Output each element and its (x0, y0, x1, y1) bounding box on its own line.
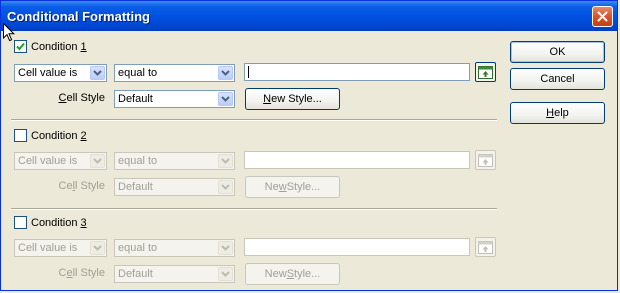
close-button[interactable] (592, 6, 613, 27)
condition-2-style-select[interactable]: Default (114, 178, 235, 196)
condition-1-value-input[interactable] (244, 63, 470, 81)
condition-3-operator-select[interactable]: equal to (114, 239, 235, 257)
separator (11, 119, 497, 121)
condition-1-operator-select[interactable]: equal to (114, 64, 235, 82)
condition-2-operator-value: equal to (118, 155, 158, 167)
chevron-down-icon[interactable] (218, 241, 233, 255)
condition-2-label[interactable]: Condition 2 (31, 130, 87, 142)
condition-1-label[interactable]: Condition 1 (31, 41, 87, 53)
dialog-title: Conditional Formatting (7, 9, 150, 24)
title-bar[interactable]: Conditional Formatting (1, 1, 617, 31)
condition-3-shrink-button[interactable] (475, 237, 496, 257)
cancel-button[interactable]: Cancel (510, 68, 605, 90)
shrink-icon (478, 240, 493, 254)
checkmark-icon (16, 42, 25, 51)
condition-2-checkbox[interactable] (14, 129, 27, 142)
condition-3-style-select[interactable]: Default (114, 265, 235, 283)
condition-3-type-value: Cell value is (18, 242, 78, 254)
condition-3-type-select[interactable]: Cell value is (14, 239, 107, 257)
condition-2-type-value: Cell value is (18, 155, 78, 167)
condition-1-new-style-button[interactable]: New Style... (245, 88, 340, 110)
condition-2-style-value: Default (118, 181, 153, 193)
conditional-formatting-dialog: Conditional Formatting Condition 1 Cell … (0, 0, 618, 291)
condition-2-operator-select[interactable]: equal to (114, 152, 235, 170)
condition-1-checkbox[interactable] (14, 40, 27, 53)
condition-3-value-input[interactable] (244, 238, 470, 256)
condition-2-new-style-button[interactable]: Ne w Style... (245, 176, 340, 198)
shrink-icon (478, 65, 493, 79)
condition-2-cell-style-label: Cell Style (58, 180, 105, 192)
condition-2-shrink-button[interactable] (475, 150, 496, 170)
condition-1-style-value: Default (118, 93, 153, 105)
separator (11, 208, 497, 210)
close-icon (597, 11, 608, 22)
chevron-down-icon[interactable] (90, 66, 105, 80)
chevron-down-icon[interactable] (218, 66, 233, 80)
condition-3-checkbox[interactable] (14, 216, 27, 229)
ok-button[interactable]: OK (510, 41, 605, 63)
shrink-icon (478, 153, 493, 167)
chevron-down-icon[interactable] (218, 180, 233, 194)
chevron-down-icon[interactable] (218, 92, 233, 106)
condition-1-type-value: Cell value is (18, 67, 78, 79)
chevron-down-icon[interactable] (218, 267, 233, 281)
condition-3-cell-style-label: Cell Style (58, 267, 105, 279)
condition-1-style-select[interactable]: Default (114, 90, 235, 108)
condition-3-label[interactable]: Condition 3 (31, 217, 87, 229)
chevron-down-icon[interactable] (90, 241, 105, 255)
condition-3-new-style-button[interactable]: New Style... (245, 263, 340, 285)
condition-2-type-select[interactable]: Cell value is (14, 152, 107, 170)
chevron-down-icon[interactable] (90, 154, 105, 168)
condition-1-type-select[interactable]: Cell value is (14, 64, 107, 82)
condition-1-operator-value: equal to (118, 67, 158, 79)
condition-1-cell-style-label: Cell Style (58, 92, 105, 104)
condition-3-operator-value: equal to (118, 242, 158, 254)
help-button[interactable]: Help (510, 102, 605, 124)
text-caret (248, 66, 249, 78)
condition-1-shrink-button[interactable] (475, 62, 496, 82)
condition-3-style-value: Default (118, 268, 153, 280)
chevron-down-icon[interactable] (218, 154, 233, 168)
condition-2-value-input[interactable] (244, 151, 470, 169)
